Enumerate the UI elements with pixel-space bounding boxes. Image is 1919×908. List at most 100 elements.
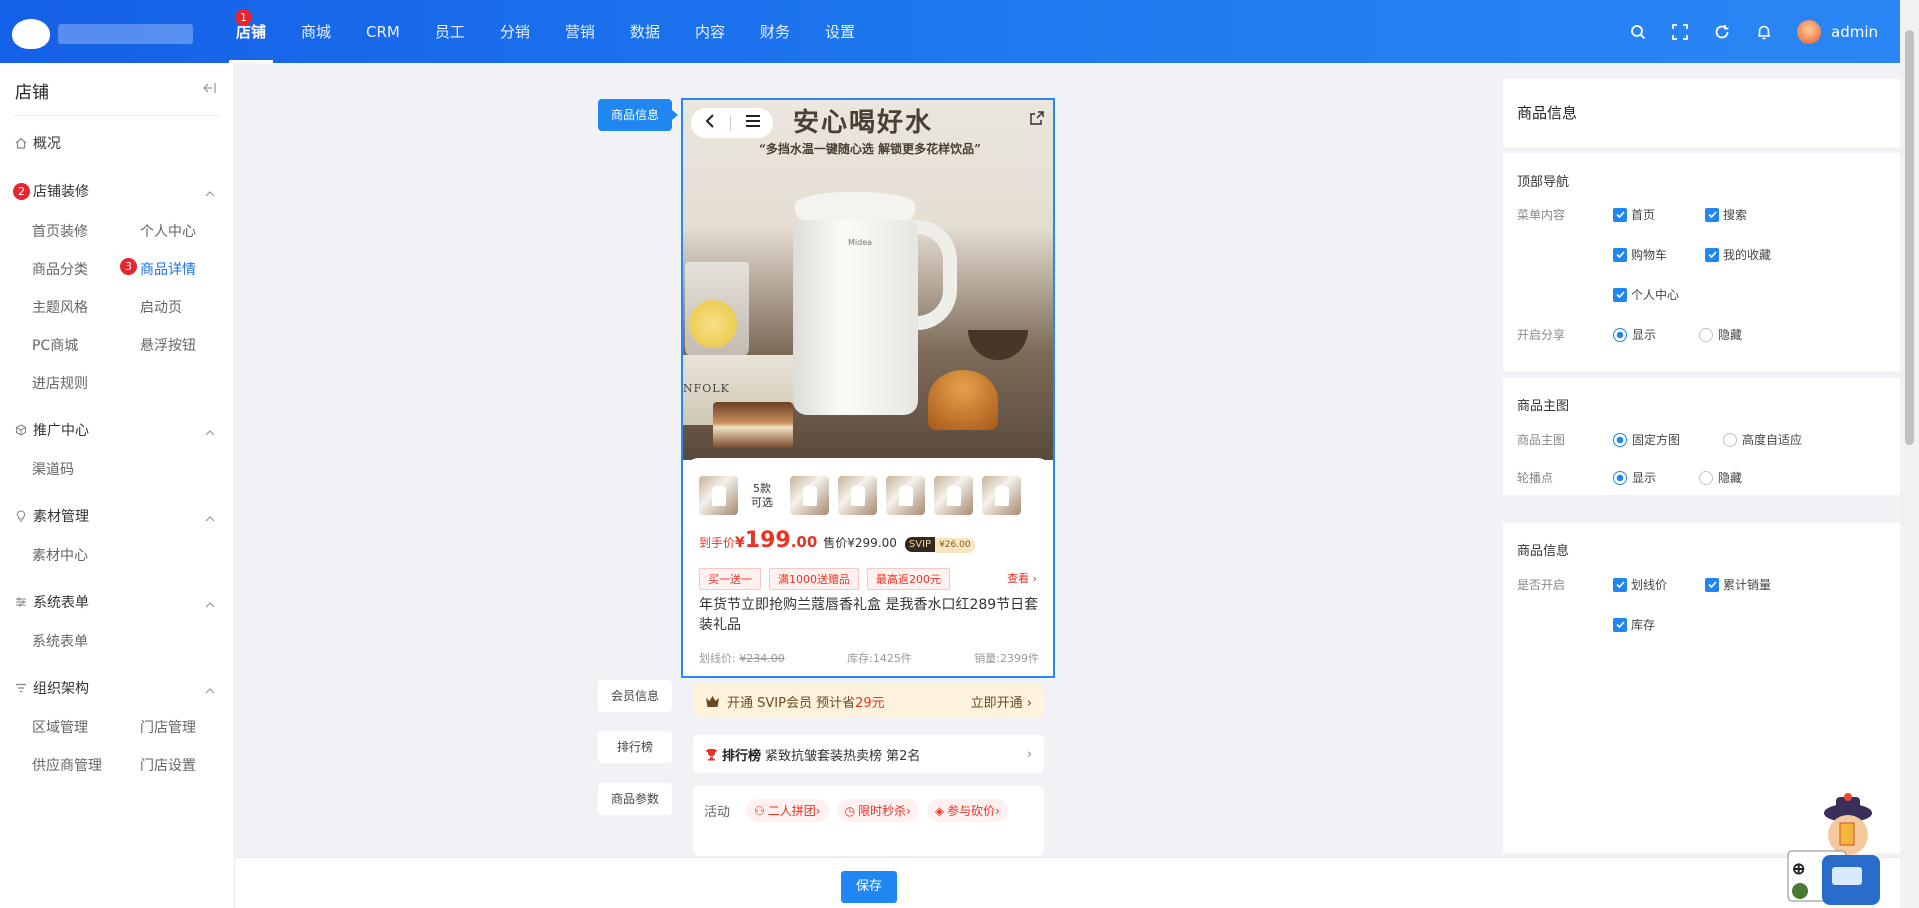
nav-settings[interactable]: 设置	[825, 0, 855, 63]
tag-member-info[interactable]: 会员信息	[598, 680, 672, 712]
checkbox-stock[interactable]: 库存	[1613, 616, 1655, 633]
fullscreen-icon[interactable]	[1669, 21, 1691, 43]
sidebar-item-float-button[interactable]: 悬浮按钮	[140, 335, 196, 355]
sidebar-item-theme[interactable]: 主题风格	[32, 297, 88, 317]
style-thumbnail[interactable]	[699, 476, 738, 515]
checkbox-search[interactable]: 搜索	[1705, 206, 1747, 223]
chevron-up-icon[interactable]	[205, 511, 215, 526]
sidebar-item-launch[interactable]: 启动页	[140, 297, 182, 317]
save-button[interactable]: 保存	[841, 871, 897, 903]
checkbox-user-center[interactable]: 个人中心	[1613, 286, 1679, 303]
tag-ranking[interactable]: 排行榜	[598, 731, 672, 763]
sidebar-item-store-settings[interactable]: 门店设置	[140, 755, 196, 775]
sidebar-item-region[interactable]: 区域管理	[32, 717, 88, 737]
nav-staff[interactable]: 员工	[435, 0, 465, 63]
nav-crm[interactable]: CRM	[366, 0, 400, 63]
assistant-mascot[interactable]: 帮你 ⊕	[1782, 793, 1900, 908]
back-icon[interactable]	[705, 114, 715, 132]
radio-dots-show[interactable]: 显示	[1613, 469, 1656, 486]
activity-group-buy[interactable]: ⚇ 二人拼团 ›	[746, 799, 829, 822]
radio-share-hide[interactable]: 隐藏	[1699, 326, 1742, 343]
kettle-image	[793, 205, 918, 415]
chevron-up-icon[interactable]	[205, 597, 215, 612]
sidebar-group-materials[interactable]: 素材管理	[15, 506, 89, 526]
collapse-sidebar-icon[interactable]	[202, 82, 216, 98]
search-icon[interactable]	[1627, 21, 1649, 43]
radio-dots-hide[interactable]: 隐藏	[1699, 469, 1742, 486]
sidebar-group-forms[interactable]: 系统表单	[15, 592, 89, 612]
nav-marketing[interactable]: 营销	[565, 0, 595, 63]
style-thumbnail[interactable]	[886, 476, 925, 515]
sidebar-item-user-center[interactable]: 个人中心	[140, 221, 196, 241]
sidebar-item-store-manage[interactable]: 门店管理	[140, 717, 196, 737]
phone-preview[interactable]: 安心喝好水 “多挡水温一键随心选 解锁更多花样饮品” Midea NFOLK 5…	[681, 98, 1055, 678]
sidebar-item-category[interactable]: 商品分类	[32, 259, 88, 279]
sidebar-item-supplier[interactable]: 供应商管理	[32, 755, 102, 775]
svip-member-bar[interactable]: 开通 SVIP会员 预计省 29元 立即开通 ›	[693, 684, 1044, 718]
checkbox-cart[interactable]: 购物车	[1613, 246, 1667, 263]
chevron-up-icon[interactable]	[205, 425, 215, 440]
style-thumbnail[interactable]	[934, 476, 973, 515]
activity-flash-sale[interactable]: ◷ 限时秒杀 ›	[836, 799, 919, 822]
logo[interactable]	[12, 19, 50, 49]
menu-icon[interactable]	[745, 115, 760, 131]
styles-count[interactable]: 5款 可选	[747, 482, 777, 510]
checkbox-line-price[interactable]: 划线价	[1613, 576, 1667, 593]
username[interactable]: admin	[1831, 23, 1878, 41]
page-scrollbar[interactable]	[1900, 0, 1919, 908]
sliders-icon	[15, 596, 29, 608]
price-currency: ¥	[735, 535, 745, 551]
style-thumbnail[interactable]	[790, 476, 829, 515]
sidebar-item-material-center[interactable]: 素材中心	[32, 545, 88, 565]
checkbox-total-sales[interactable]: 累计销量	[1705, 576, 1771, 593]
chevron-up-icon[interactable]	[205, 186, 215, 201]
svg-text:⊕: ⊕	[1792, 861, 1805, 878]
coupon-tag[interactable]: 最高返200元	[867, 568, 950, 590]
sidebar-item-channel-code[interactable]: 渠道码	[32, 459, 74, 479]
sidebar-item-home-decoration[interactable]: 首页装修	[32, 221, 88, 241]
nav-finance[interactable]: 财务	[760, 0, 790, 63]
nav-shop[interactable]: 店铺 1	[228, 0, 274, 63]
panel-title: 商品信息	[1517, 104, 1578, 122]
style-thumbnail[interactable]	[838, 476, 877, 515]
checkbox-home[interactable]: 首页	[1613, 206, 1655, 223]
open-svip-link[interactable]: 立即开通 ›	[971, 692, 1032, 711]
activity-bargain[interactable]: ◈ 参与砍价 ›	[926, 799, 1008, 822]
sidebar-item-overview[interactable]: 概况	[15, 133, 61, 153]
kettle-lid-image	[795, 192, 915, 220]
view-coupons-link[interactable]: 查看 ›	[1007, 570, 1037, 586]
chevron-up-icon[interactable]	[205, 683, 215, 698]
radio-share-show[interactable]: 显示	[1613, 326, 1656, 343]
sidebar-group-decoration[interactable]: 2 店铺装修	[13, 181, 89, 201]
avatar[interactable]	[1797, 19, 1821, 44]
radio-auto-height[interactable]: 高度自适应	[1723, 431, 1802, 448]
panel-header: 商品信息	[1503, 79, 1900, 147]
share-icon[interactable]	[1029, 110, 1045, 130]
sidebar-item-product-detail[interactable]: 3 商品详情	[120, 258, 196, 279]
tag-product-info[interactable]: 商品信息	[598, 99, 678, 131]
hero-subtitle: “多挡水温一键随心选 解锁更多花样饮品”	[759, 142, 981, 156]
nav-content[interactable]: 内容	[695, 0, 725, 63]
checkbox-favorites[interactable]: 我的收藏	[1705, 246, 1771, 263]
nav-mall[interactable]: 商城	[301, 0, 331, 63]
header-tools: admin	[1607, 0, 1878, 63]
coupon-tag[interactable]: 满1000送赠品	[769, 568, 859, 590]
sidebar-group-org[interactable]: 组织架构	[15, 678, 89, 698]
nav-data[interactable]: 数据	[630, 0, 660, 63]
price-label: 到手价	[699, 536, 736, 550]
sidebar-item-entry-rules[interactable]: 进店规则	[32, 373, 88, 393]
tag-product-params[interactable]: 商品参数	[598, 783, 672, 815]
activity-label: 活动	[704, 805, 731, 820]
refresh-icon[interactable]	[1711, 21, 1733, 43]
scrollbar-thumb[interactable]	[1905, 30, 1914, 445]
style-thumbnail[interactable]	[982, 476, 1021, 515]
sidebar-item-pc-mall[interactable]: PC商城	[32, 335, 78, 355]
bell-icon[interactable]	[1753, 21, 1775, 43]
sidebar-item-system-form[interactable]: 系统表单	[32, 631, 88, 651]
ranking-bar[interactable]: 排行榜 紧致抗皱套装热卖榜 第2名 ›	[693, 735, 1044, 773]
radio-fixed-square[interactable]: 固定方图	[1613, 431, 1680, 448]
product-main-image: 安心喝好水 “多挡水温一键随心选 解锁更多花样饮品” Midea NFOLK	[683, 100, 1053, 460]
sidebar-group-promotion[interactable]: 推广中心	[15, 420, 89, 440]
nav-distribution[interactable]: 分销	[500, 0, 530, 63]
coupon-tag[interactable]: 买一送一	[699, 568, 761, 590]
